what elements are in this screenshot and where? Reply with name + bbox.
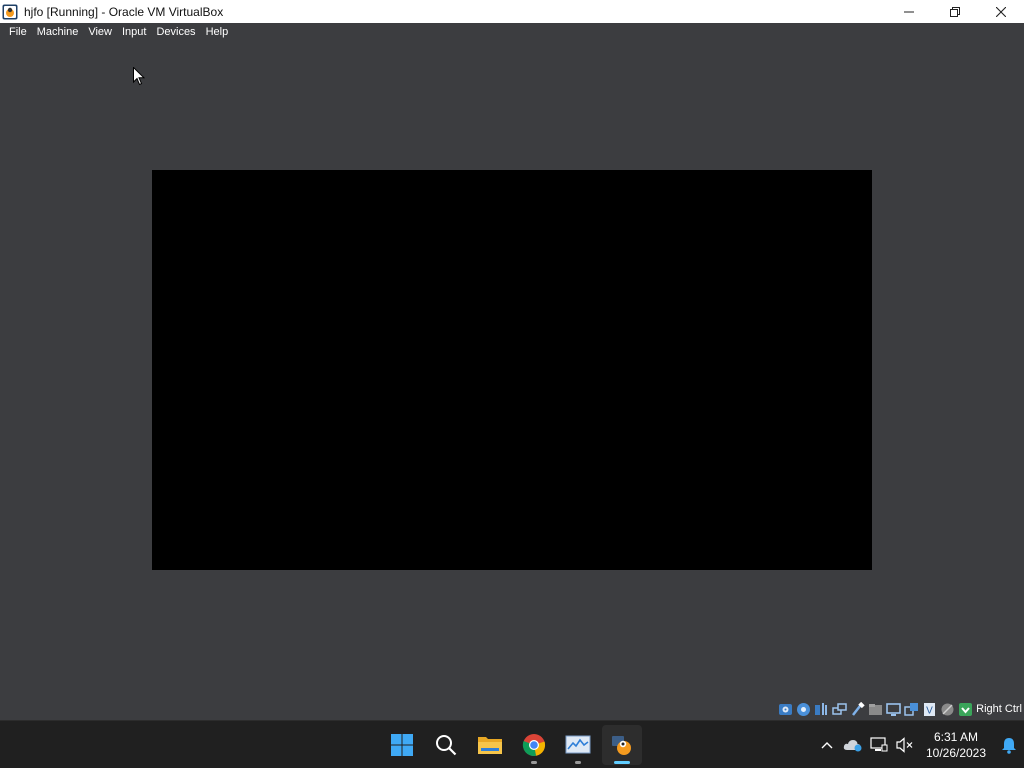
menu-file[interactable]: File — [4, 23, 32, 42]
notifications-button[interactable] — [994, 725, 1024, 765]
chevron-up-icon — [821, 742, 833, 749]
maximize-button[interactable] — [932, 0, 978, 23]
menu-machine[interactable]: Machine — [32, 23, 84, 42]
keyboard-icon[interactable] — [958, 702, 973, 717]
guest-screen[interactable] — [152, 170, 872, 570]
menu-input[interactable]: Input — [117, 23, 151, 42]
host-key-label: Right Ctrl — [976, 703, 1022, 715]
minimize-button[interactable] — [886, 0, 932, 23]
running-indicator — [531, 761, 537, 764]
usb-icon[interactable] — [850, 701, 865, 717]
window-title: hjfo [Running] - Oracle VM VirtualBox — [24, 4, 224, 19]
cloud-icon — [843, 740, 862, 752]
volume-tray-button[interactable] — [892, 725, 918, 765]
window-controls — [886, 0, 1024, 23]
mouse-integration-icon[interactable] — [940, 702, 955, 717]
start-button[interactable] — [382, 725, 422, 765]
menu-help[interactable]: Help — [201, 23, 234, 42]
display-icon[interactable] — [886, 702, 901, 717]
performance-monitor-icon — [565, 735, 591, 754]
windows-logo-icon — [391, 734, 413, 756]
show-hidden-icons-button[interactable] — [814, 725, 840, 765]
network-tray-button[interactable] — [866, 725, 892, 765]
title-bar: hjfo [Running] - Oracle VM VirtualBox — [0, 0, 1024, 23]
menu-devices[interactable]: Devices — [151, 23, 200, 42]
virtualbox-app-icon[interactable] — [2, 4, 18, 20]
restore-icon — [950, 6, 960, 17]
optical-drive-icon[interactable] — [796, 702, 811, 717]
clock[interactable]: 6:31 AM 10/26/2023 — [918, 729, 994, 761]
vm-display-area[interactable] — [0, 42, 1024, 698]
shared-folders-icon[interactable] — [868, 702, 883, 717]
status-bar: V Right Ctrl — [0, 698, 1024, 720]
virtualbox-icon — [612, 736, 631, 755]
menu-bar: File Machine View Input Devices Help — [0, 23, 1024, 42]
network-icon[interactable] — [832, 702, 847, 717]
search-icon — [436, 735, 457, 756]
bell-icon — [1002, 737, 1016, 754]
chrome-button[interactable] — [514, 725, 554, 765]
video-capture-icon[interactable] — [904, 702, 919, 717]
active-indicator — [614, 761, 630, 764]
file-explorer-button[interactable] — [470, 725, 510, 765]
clock-date: 10/26/2023 — [925, 746, 987, 760]
running-indicator — [575, 761, 581, 764]
hard-disk-icon[interactable] — [778, 702, 793, 717]
folder-icon — [478, 737, 502, 754]
close-icon — [996, 6, 1006, 17]
virtualbox-taskbar-button[interactable] — [602, 725, 642, 765]
mouse-pointer-icon — [133, 67, 145, 86]
chrome-icon — [522, 734, 546, 757]
onedrive-tray-button[interactable] — [840, 725, 866, 765]
minimize-icon — [904, 11, 914, 12]
taskbar: 6:31 AM 10/26/2023 — [0, 720, 1024, 768]
system-tray: 6:31 AM 10/26/2023 — [814, 721, 1024, 768]
clock-time: 6:31 AM — [933, 730, 979, 744]
virtualization-icon[interactable]: V — [922, 702, 937, 717]
network-status-icon — [870, 737, 888, 752]
close-button[interactable] — [978, 0, 1024, 23]
search-button[interactable] — [426, 725, 466, 765]
performance-monitor-button[interactable] — [558, 725, 598, 765]
menu-view[interactable]: View — [83, 23, 117, 42]
svg-text:V: V — [926, 705, 933, 716]
audio-icon[interactable] — [814, 702, 829, 717]
volume-muted-icon — [896, 737, 913, 753]
